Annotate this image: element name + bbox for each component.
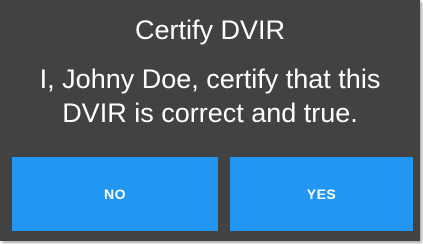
no-button[interactable]: NO	[12, 157, 218, 231]
dialog-message: I, Johny Doe, certify that this DVIR is …	[39, 64, 381, 128]
yes-button[interactable]: YES	[230, 157, 413, 231]
certify-dvir-dialog: Certify DVIR I, Johny Doe, certify that …	[0, 0, 420, 241]
dialog-title: Certify DVIR	[134, 15, 286, 45]
